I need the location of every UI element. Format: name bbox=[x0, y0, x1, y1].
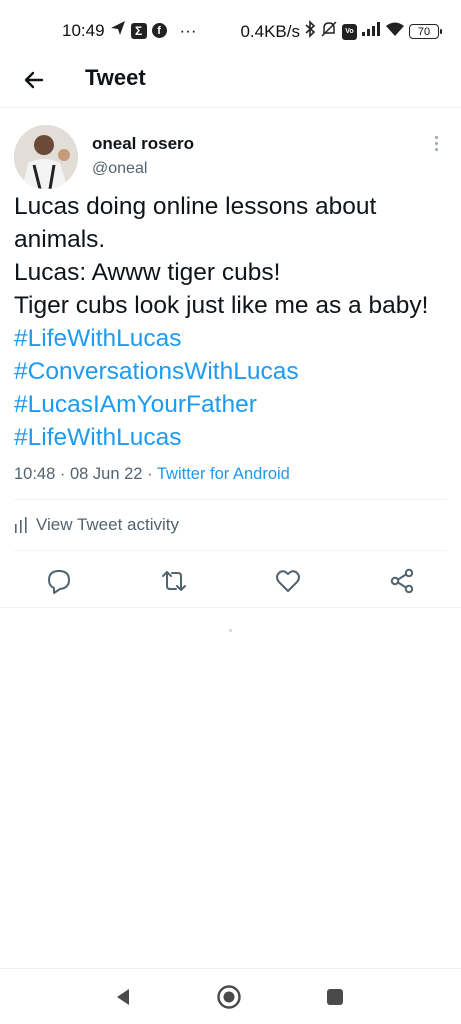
volte-icon: Vo bbox=[342, 23, 357, 40]
retweet-icon bbox=[162, 571, 186, 591]
author-name[interactable]: oneal rosero bbox=[92, 134, 194, 154]
back-triangle-icon bbox=[117, 989, 129, 1005]
bar-chart-icon bbox=[15, 517, 27, 533]
meta-separator: · bbox=[59, 465, 66, 483]
tweet-date: 08 Jun 22 bbox=[69, 465, 143, 483]
like-button[interactable] bbox=[273, 566, 303, 596]
divider bbox=[14, 499, 447, 500]
status-bar: 10:49 Σ f ··· 0.4KB/s Vo 70 bbox=[0, 0, 461, 60]
home-circle-icon bbox=[217, 985, 241, 1009]
nav-back-button[interactable] bbox=[110, 983, 138, 1011]
nav-home-button[interactable] bbox=[215, 983, 243, 1011]
network-speed: 0.4KB/s bbox=[240, 21, 300, 41]
hashtag-link[interactable]: #ConversationsWithLucas bbox=[14, 355, 454, 388]
hashtag-link[interactable]: #LucasIAmYourFather bbox=[14, 388, 454, 421]
wifi-icon bbox=[385, 21, 405, 42]
author-handle[interactable]: @oneal bbox=[92, 160, 147, 178]
tweet-source-link[interactable]: Twitter for Android bbox=[157, 465, 290, 483]
share-button[interactable] bbox=[387, 566, 417, 596]
signal-icon bbox=[361, 21, 381, 42]
action-bar bbox=[0, 562, 461, 602]
hashtag-link[interactable]: #LifeWithLucas bbox=[14, 421, 454, 454]
battery-icon: 70 bbox=[409, 24, 442, 39]
divider bbox=[14, 550, 447, 551]
view-tweet-activity-button[interactable]: View Tweet activity bbox=[14, 515, 179, 535]
sigma-icon: Σ bbox=[130, 22, 147, 39]
reply-icon bbox=[48, 570, 70, 594]
like-icon bbox=[276, 570, 300, 592]
tweet-line: Tiger cubs look just like me as a baby! bbox=[14, 292, 429, 319]
divider bbox=[0, 607, 461, 608]
more-options-button[interactable] bbox=[426, 131, 446, 155]
bluetooth-icon bbox=[304, 20, 316, 43]
activity-label: View Tweet activity bbox=[36, 515, 179, 534]
mute-icon bbox=[320, 20, 338, 43]
tweet-line: animals. bbox=[14, 226, 106, 253]
reply-button[interactable] bbox=[44, 566, 74, 596]
meta-separator: · bbox=[147, 465, 153, 483]
tweet-time: 10:48 bbox=[14, 465, 56, 483]
status-overflow: ··· bbox=[179, 20, 197, 40]
recents-square-icon bbox=[327, 989, 343, 1005]
nav-recents-button[interactable] bbox=[321, 983, 349, 1011]
system-nav-bar bbox=[0, 968, 461, 1024]
avatar[interactable] bbox=[14, 125, 78, 189]
back-button[interactable] bbox=[18, 64, 50, 96]
share-icon bbox=[390, 568, 414, 594]
app-header: Tweet bbox=[0, 52, 461, 108]
tweet-meta: 10:48 · 08 Jun 22 · Twitter for Android bbox=[14, 465, 290, 484]
arrow-left-icon bbox=[24, 71, 44, 89]
hashtag-link[interactable]: #LifeWithLucas bbox=[14, 322, 454, 355]
loading-indicator bbox=[229, 629, 232, 632]
facebook-icon: f bbox=[151, 23, 167, 38]
retweet-button[interactable] bbox=[159, 566, 189, 596]
tweet-line: Lucas doing online lessons about bbox=[14, 193, 377, 220]
tweet-line: Lucas: Awww tiger cubs! bbox=[14, 259, 281, 286]
status-time: 10:49 bbox=[62, 20, 105, 40]
page-title: Tweet bbox=[85, 65, 146, 90]
battery-level: 70 bbox=[417, 25, 431, 38]
send-icon bbox=[110, 20, 126, 41]
tweet-text: Lucas doing online lessons about animals… bbox=[14, 190, 454, 454]
